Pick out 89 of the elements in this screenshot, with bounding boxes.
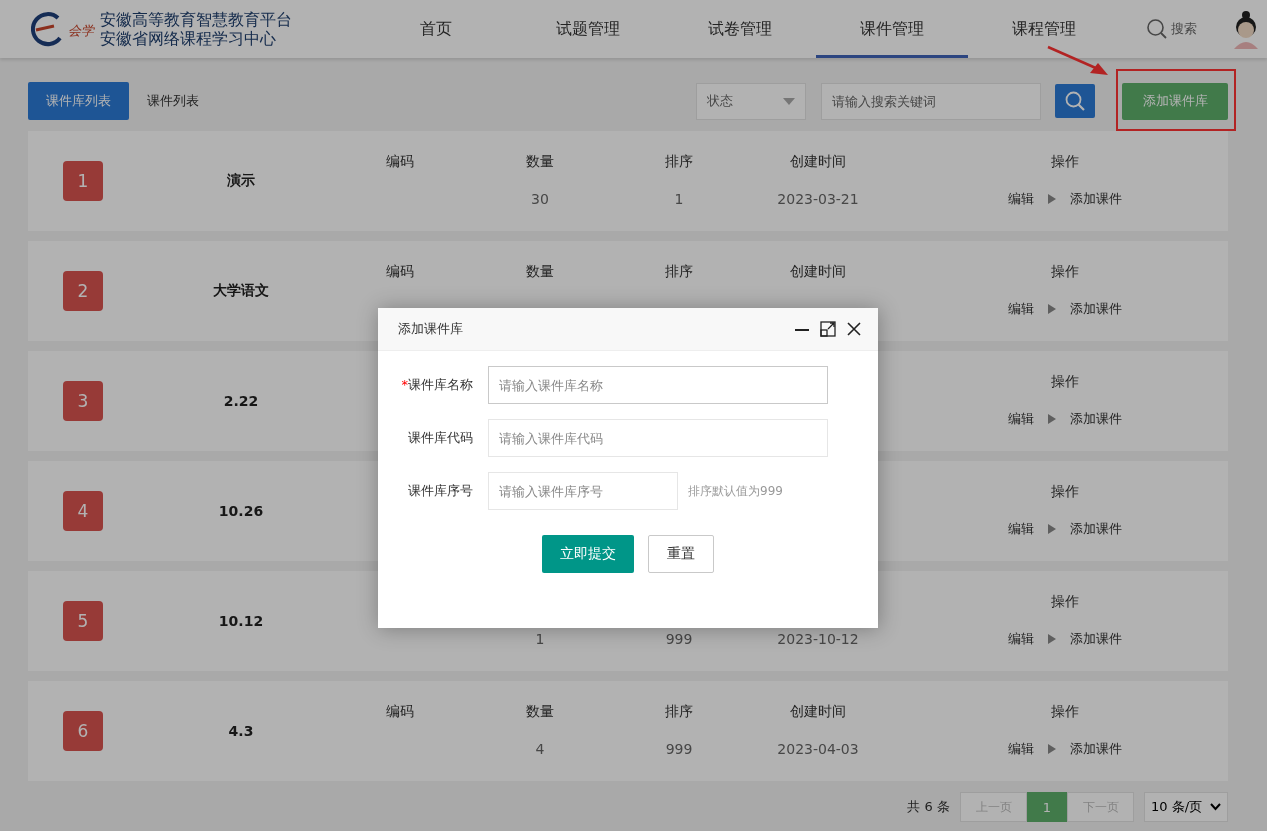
field-label: 课件库序号 (407, 482, 474, 500)
add-courseware-link[interactable]: 添加课件 (1070, 189, 1122, 209)
number-badge: 5 (63, 601, 103, 641)
field-label: *课件库名称 (400, 376, 474, 394)
edit-link[interactable]: 编辑 (1008, 519, 1034, 539)
item-name: 大学语文 (212, 282, 270, 300)
edit-link[interactable]: 编辑 (1008, 189, 1034, 209)
add-courseware-link[interactable]: 添加课件 (1070, 629, 1122, 649)
maximize-icon[interactable] (820, 321, 836, 337)
field-label: 课件库代码 (407, 429, 474, 447)
edit-link[interactable]: 编辑 (1008, 299, 1034, 319)
item-name: 4.3 (227, 723, 255, 739)
add-courseware-link[interactable]: 添加课件 (1070, 409, 1122, 429)
play-icon (1048, 304, 1056, 314)
chevron-icon (1210, 803, 1221, 811)
cell-value: 999 (665, 630, 693, 649)
edit-link[interactable]: 编辑 (1008, 629, 1034, 649)
nav-tab[interactable]: 试卷管理 (664, 0, 816, 58)
site-subtitle: 安徽省网络课程学习中心 (100, 29, 277, 48)
nav-tab[interactable]: 课件管理 (816, 0, 968, 58)
add-courseware-link[interactable]: 添加课件 (1070, 519, 1122, 539)
cell-value: 999 (665, 740, 693, 759)
nav-tab[interactable]: 首页 (360, 0, 512, 58)
column-label: 操作 (1051, 152, 1079, 171)
search-field[interactable]: 请输入搜索关键词 (821, 82, 1041, 120)
column-label: 排序 (665, 152, 693, 171)
item-name: 2.22 (222, 393, 260, 409)
dialog-title: 添加课件库 (398, 320, 463, 338)
column-label: 操作 (1051, 262, 1079, 281)
play-icon (1048, 414, 1056, 424)
reset-button[interactable]: 重置 (648, 535, 714, 573)
column-label: 编码 (386, 262, 414, 281)
site-title: 安徽高等教育智慧教育平台 (100, 10, 292, 29)
cell-value: 4 (535, 740, 545, 759)
column-label: 排序 (665, 262, 693, 281)
input-field[interactable]: 请输入课件库序号 (488, 472, 678, 510)
nav-tab[interactable]: 试题管理 (512, 0, 664, 58)
number-badge: 6 (63, 711, 103, 751)
column-label: 数量 (526, 152, 554, 171)
close-icon[interactable] (846, 321, 862, 337)
number-badge: 4 (63, 491, 103, 531)
cell-value: 1 (674, 190, 684, 209)
edit-link[interactable]: 编辑 (1008, 409, 1034, 429)
cell-value: 2023-03-21 (777, 190, 859, 209)
column-label: 操作 (1051, 372, 1079, 391)
submit-button[interactable]: 立即提交 (542, 535, 634, 573)
nav-tab[interactable]: 课程管理 (968, 0, 1120, 58)
column-label: 操作 (1051, 702, 1079, 721)
search-icon (1064, 90, 1086, 112)
column-label: 编码 (386, 702, 414, 721)
cell-value: 1 (535, 630, 545, 649)
list-tab[interactable]: 课件库列表 (28, 82, 129, 120)
search-icon[interactable] (1146, 18, 1168, 40)
play-icon (1048, 194, 1056, 204)
field-hint: 排序默认值为999 (688, 482, 783, 500)
column-label: 操作 (1051, 592, 1079, 611)
column-label: 数量 (526, 262, 554, 281)
edit-link[interactable]: 编辑 (1008, 739, 1034, 759)
input-field[interactable]: 请输入课件库名称 (488, 366, 828, 404)
list-tab[interactable]: 课件列表 (129, 82, 217, 120)
item-name: 演示 (226, 172, 256, 190)
add-courseware-link[interactable]: 添加课件 (1070, 299, 1122, 319)
column-label: 排序 (665, 702, 693, 721)
search-link[interactable]: 搜索 (1171, 20, 1197, 38)
caret-icon (783, 97, 795, 105)
cell-value: 2023-10-12 (777, 630, 859, 649)
number-badge: 1 (63, 161, 103, 201)
status-dropdown[interactable]: 状态 (696, 82, 806, 120)
column-label: 创建时间 (790, 702, 846, 721)
cell-value: 30 (531, 190, 549, 209)
add-courseware-link[interactable]: 添加课件 (1070, 739, 1122, 759)
item-name: 10.12 (217, 613, 265, 629)
page-size-select[interactable]: 10 条/页 (1144, 792, 1228, 822)
number-badge: 2 (63, 271, 103, 311)
play-icon (1048, 524, 1056, 534)
search-button[interactable] (1055, 84, 1095, 118)
column-label: 数量 (526, 702, 554, 721)
play-icon (1048, 744, 1056, 754)
column-label: 创建时间 (790, 152, 846, 171)
logo-text: 会学 (68, 22, 94, 40)
play-icon (1048, 634, 1056, 644)
number-badge: 3 (63, 381, 103, 421)
column-label: 操作 (1051, 482, 1079, 501)
cell-value: 2023-04-03 (777, 740, 859, 759)
total-count: 共 6 条 (907, 798, 950, 816)
input-field[interactable]: 请输入课件库代码 (488, 419, 828, 457)
item-name: 10.26 (217, 503, 265, 519)
column-label: 创建时间 (790, 262, 846, 281)
column-label: 编码 (386, 152, 414, 171)
